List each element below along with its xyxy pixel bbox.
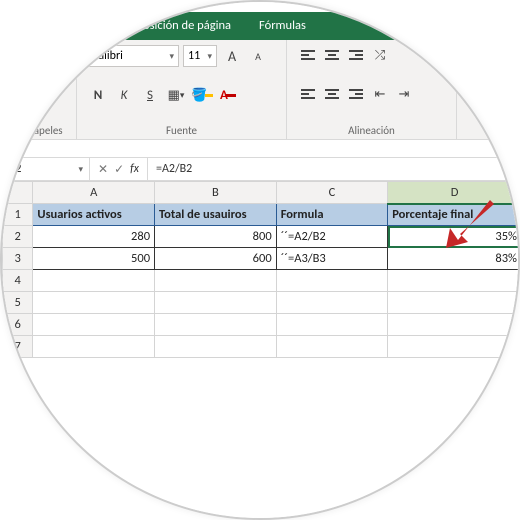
- col-header-D[interactable]: D: [388, 182, 520, 204]
- cell-A3[interactable]: 500: [33, 248, 155, 270]
- tab-home[interactable]: io: [2, 12, 39, 40]
- italic-button[interactable]: K: [113, 84, 135, 106]
- align-bottom-icon[interactable]: [345, 44, 367, 66]
- increase-font-icon[interactable]: A: [221, 45, 243, 67]
- align-top-icon[interactable]: [297, 44, 319, 66]
- chevron-down-icon: ▾: [169, 51, 174, 62]
- cell-A7[interactable]: [33, 336, 155, 358]
- cell-A1[interactable]: Usuarios activos: [33, 204, 155, 226]
- cell-C4[interactable]: [276, 270, 388, 292]
- bold-button[interactable]: N: [87, 84, 109, 106]
- tab-formulas[interactable]: Fórmulas: [245, 12, 320, 40]
- align-center-icon[interactable]: [321, 83, 343, 105]
- decrease-font-icon[interactable]: A: [247, 45, 269, 67]
- formula-bar: D2▾ ✕ ✓ fx =A2/B2: [2, 157, 520, 181]
- cell-C5[interactable]: [276, 292, 388, 314]
- align-right-icon[interactable]: [345, 83, 367, 105]
- font-size-select[interactable]: 11▾: [183, 45, 217, 67]
- indent-increase-icon[interactable]: ⇥: [393, 83, 415, 105]
- enter-icon[interactable]: ✓: [114, 162, 124, 177]
- row-header-4[interactable]: 4: [3, 270, 33, 292]
- cell-C7[interactable]: [276, 336, 388, 358]
- format-painter-icon[interactable]: 🖌: [28, 83, 50, 105]
- underline-button[interactable]: S: [139, 84, 161, 106]
- tab-insert[interactable]: Insertar: [39, 12, 107, 40]
- tab-page-layout[interactable]: Disposición de página: [107, 12, 245, 40]
- cell-B4[interactable]: [155, 270, 277, 292]
- col-header-A[interactable]: A: [33, 182, 155, 204]
- row-header-6[interactable]: 6: [3, 314, 33, 336]
- row-header-1[interactable]: 1: [3, 204, 33, 226]
- cell-D1[interactable]: Porcentaje final: [388, 204, 520, 226]
- cell-D4[interactable]: [388, 270, 520, 292]
- chevron-down-icon: ▾: [207, 51, 212, 62]
- cell-D3[interactable]: 83%: [388, 248, 520, 270]
- name-box[interactable]: D2▾: [2, 158, 90, 180]
- cell-C1[interactable]: Formula: [276, 204, 388, 226]
- cell-D2[interactable]: 35%: [388, 226, 520, 248]
- col-header-B[interactable]: B: [155, 182, 277, 204]
- cell-D6[interactable]: [388, 314, 520, 336]
- cell-A5[interactable]: [33, 292, 155, 314]
- align-middle-icon[interactable]: [321, 44, 343, 66]
- font-name-select[interactable]: Calibri▾: [87, 45, 179, 67]
- row-header-2[interactable]: 2: [3, 226, 33, 248]
- row-header-5[interactable]: 5: [3, 292, 33, 314]
- ribbon-tabs: io Insertar Disposición de página Fórmul…: [2, 12, 520, 40]
- cell-C6[interactable]: [276, 314, 388, 336]
- row-header-3[interactable]: 3: [3, 248, 33, 270]
- ribbon: 📋 🖌 rtapapeles Calibri▾ 11▾ A A N K S ▦▾…: [2, 40, 520, 140]
- fx-icon[interactable]: fx: [130, 162, 139, 176]
- row-header-7[interactable]: 7: [3, 336, 33, 358]
- cell-A6[interactable]: [33, 314, 155, 336]
- group-font: Calibri▾ 11▾ A A N K S ▦▾ 🪣 A Fuente: [77, 40, 287, 139]
- align-left-icon[interactable]: [297, 83, 319, 105]
- cell-B6[interactable]: [155, 314, 277, 336]
- worksheet-grid: A B C D 1 Usuarios activos Total de usau…: [2, 181, 520, 520]
- cell-D7[interactable]: [388, 336, 520, 358]
- cell-A2[interactable]: 280: [33, 226, 155, 248]
- cell-A4[interactable]: [33, 270, 155, 292]
- formula-input[interactable]: =A2/B2: [148, 158, 520, 180]
- chevron-down-icon: ▾: [78, 164, 83, 175]
- cell-B2[interactable]: 800: [155, 226, 277, 248]
- group-font-label: Fuente: [87, 122, 276, 137]
- cell-C2[interactable]: ´´=A2/B2: [276, 226, 388, 248]
- group-alignment: ⤮ ⇤ ⇥ Alineación: [287, 40, 457, 139]
- group-clipboard-label: rtapapeles: [15, 122, 62, 137]
- cell-B1[interactable]: Total de usauiros: [155, 204, 277, 226]
- cell-B3[interactable]: 600: [155, 248, 277, 270]
- orientation-icon[interactable]: ⤮: [369, 44, 391, 66]
- cell-C3[interactable]: ´´=A3/B3: [276, 248, 388, 270]
- paste-button[interactable]: 📋: [25, 44, 52, 66]
- cancel-icon[interactable]: ✕: [98, 162, 108, 177]
- group-clipboard: 📋 🖌 rtapapeles: [2, 40, 77, 139]
- select-all-corner[interactable]: [3, 182, 33, 204]
- col-header-C[interactable]: C: [276, 182, 388, 204]
- font-color-icon[interactable]: A: [217, 84, 239, 106]
- fill-color-icon[interactable]: 🪣: [191, 84, 213, 106]
- cell-B7[interactable]: [155, 336, 277, 358]
- cell-D5[interactable]: [388, 292, 520, 314]
- paste-icon: 📋: [25, 44, 52, 66]
- group-alignment-label: Alineación: [297, 122, 446, 137]
- indent-decrease-icon[interactable]: ⇤: [369, 83, 391, 105]
- borders-icon[interactable]: ▦▾: [165, 84, 187, 106]
- cell-B5[interactable]: [155, 292, 277, 314]
